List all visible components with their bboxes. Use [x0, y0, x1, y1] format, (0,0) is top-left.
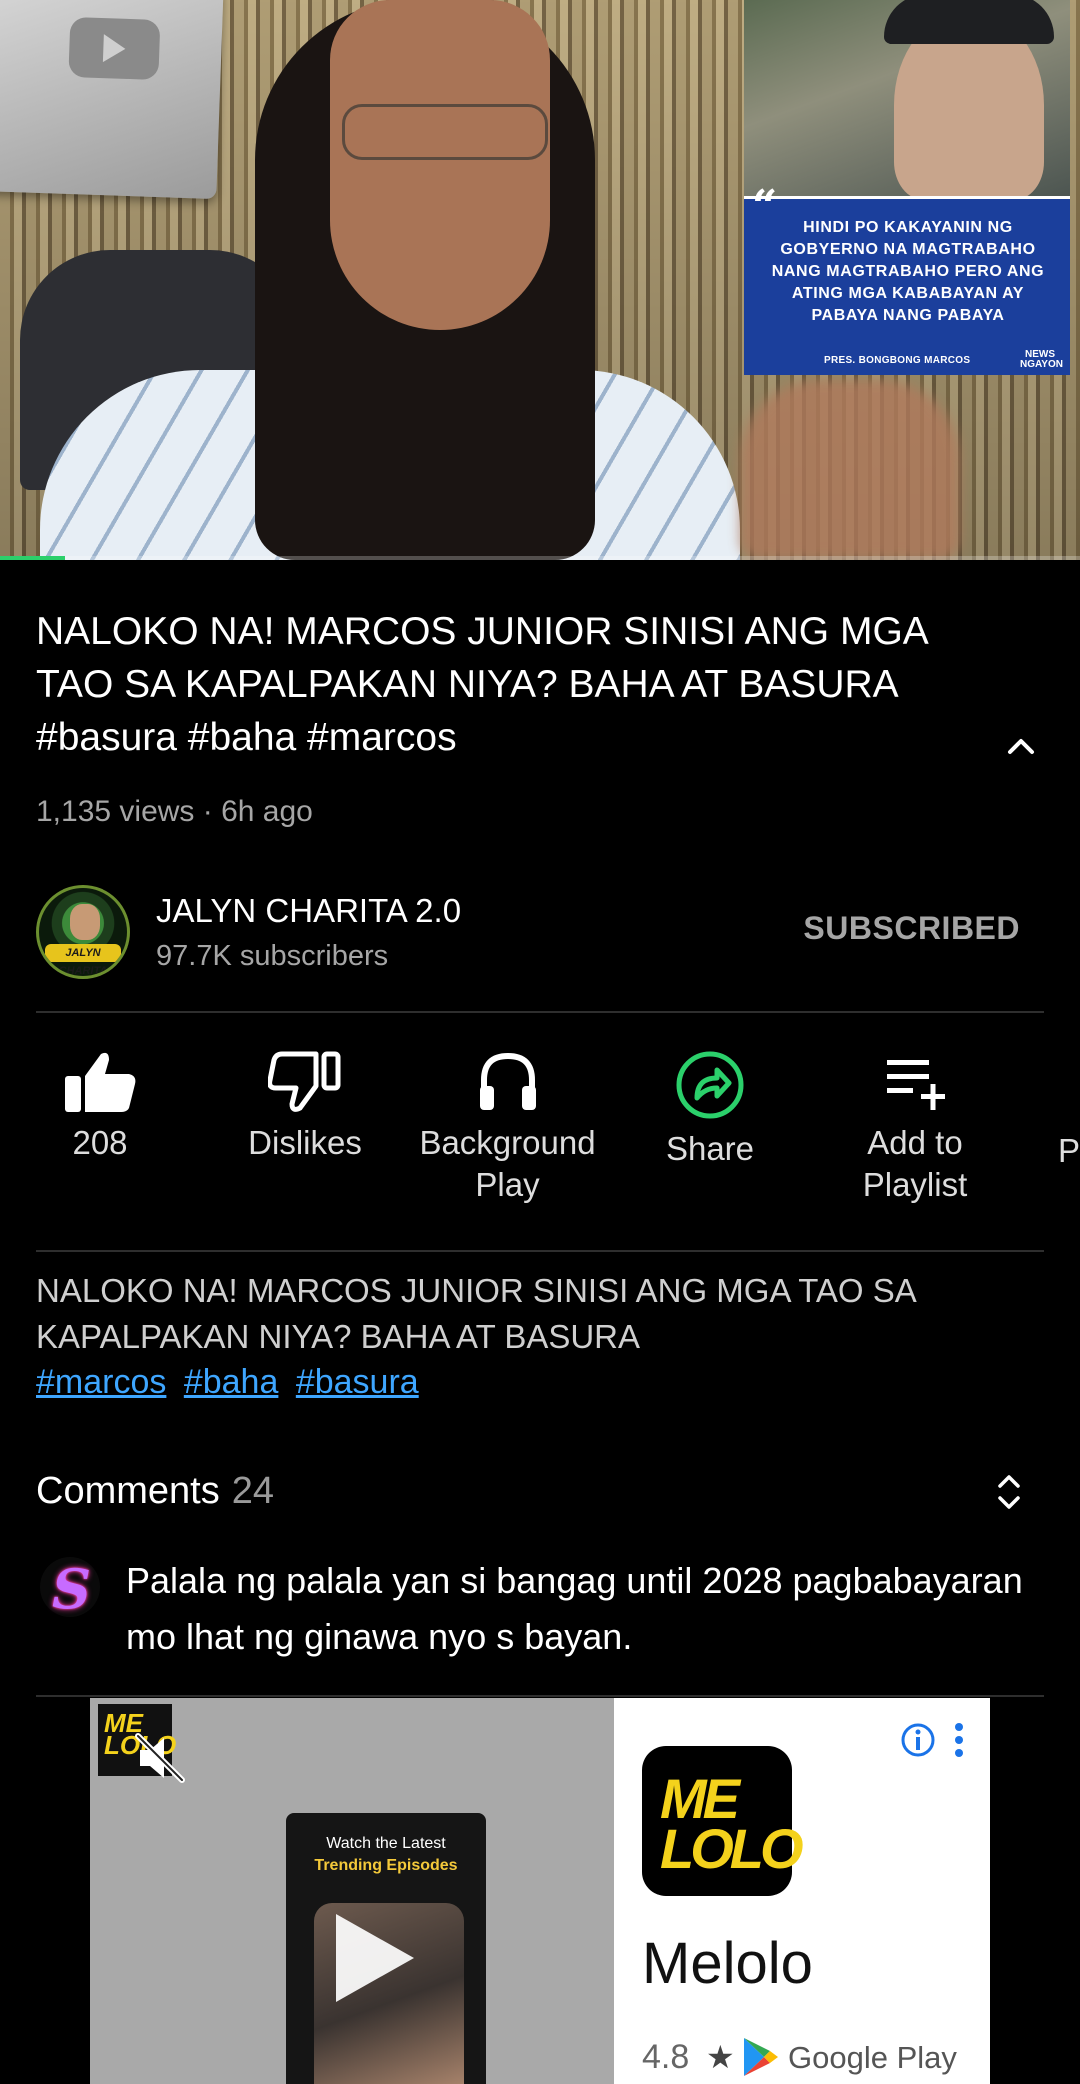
mute-icon[interactable]: [130, 1728, 190, 1788]
add-to-playlist-label: Add to Playlist: [862, 1124, 968, 1203]
ad-info-panel[interactable]: ME LOLO Melolo 4.8 ★ Google Play: [614, 1698, 990, 2084]
ad-app-name[interactable]: Melolo: [642, 1930, 813, 1997]
channel-avatar-text: JALYN CHARITA: [45, 944, 121, 976]
ad-store-name: Google Play: [788, 2040, 957, 2075]
channel-avatar[interactable]: JALYN CHARITA: [36, 885, 130, 979]
play-icon[interactable]: [322, 1908, 422, 2008]
kebab-icon[interactable]: [954, 1722, 964, 1758]
thumbs-up-icon: [65, 1052, 136, 1112]
comments-title: Comments: [36, 1470, 220, 1512]
hand: [740, 380, 960, 560]
video-description: NALOKO NA! MARCOS JUNIOR SINISI ANG MGA …: [36, 1272, 915, 1355]
star-icon: ★: [706, 2039, 735, 2075]
hashtag-link[interactable]: #baha: [184, 1363, 279, 1401]
thumbs-down-icon: [268, 1051, 341, 1112]
news-overlay-card: “ HINDI PO KAKAYANIN NG GOBYERNO NA MAGT…: [744, 0, 1070, 375]
like-button[interactable]: 208: [40, 1050, 160, 1164]
progress-bar[interactable]: [0, 556, 1080, 560]
share-label: Share: [665, 1130, 755, 1167]
channel-name[interactable]: JALYN CHARITA 2.0: [156, 892, 461, 930]
ad-video[interactable]: ME LOLO Watch the Latest Trending Episod…: [90, 1698, 614, 2084]
video-meta: 1,135 views · 6h ago: [36, 795, 313, 828]
background-play-button[interactable]: Background Play: [400, 1050, 615, 1206]
info-icon[interactable]: [900, 1722, 936, 1758]
ad-rating: 4.8: [642, 2038, 690, 2076]
news-caption: PRES. BONGBONG MARCOS: [824, 355, 971, 366]
hashtag-link[interactable]: #marcos: [36, 1363, 166, 1401]
progress-bar-fill: [0, 556, 65, 560]
video-title: NALOKO NA! MARCOS JUNIOR SINISI ANG MGA …: [36, 610, 927, 759]
subscribe-button[interactable]: SUBSCRIBED: [780, 910, 1020, 960]
glasses: [342, 104, 548, 160]
chevron-up-icon[interactable]: [1004, 730, 1038, 764]
play-button-plaque: [0, 0, 224, 200]
ad-app-icon[interactable]: ME LOLO: [642, 1746, 804, 1896]
hashtag-list: #marcos #baha #basura: [36, 1360, 427, 1404]
comment-avatar[interactable]: S: [40, 1557, 100, 1621]
hashtag-link[interactable]: #basura: [296, 1363, 419, 1401]
comment-avatar-letter: S: [52, 1557, 91, 1621]
headphones-icon: [479, 1052, 536, 1110]
share-icon: [676, 1051, 744, 1119]
divider: [36, 1011, 1044, 1013]
comment-text[interactable]: Palala ng palala yan si bangag until 202…: [126, 1553, 1046, 1665]
video-player[interactable]: “ HINDI PO KAKAYANIN NG GOBYERNO NA MAGT…: [0, 0, 1080, 560]
divider: [36, 1250, 1044, 1252]
news-quote-text: HINDI PO KAKAYANIN NG GOBYERNO NA MAGTRA…: [771, 219, 1045, 324]
expand-icon[interactable]: [996, 1472, 1022, 1512]
news-quote-box: “ HINDI PO KAKAYANIN NG GOBYERNO NA MAGT…: [744, 181, 1070, 375]
share-button[interactable]: Share: [640, 1050, 780, 1170]
google-play-icon: [744, 2038, 778, 2076]
more-action-label: P: [1058, 1132, 1080, 1169]
comments-count: 24: [231, 1470, 274, 1512]
ad-phone-line2: Trending Episodes: [314, 1857, 458, 1874]
comments-header[interactable]: Comments 24: [36, 1470, 274, 1513]
more-action-button[interactable]: P: [1058, 1130, 1080, 1172]
divider: [36, 1695, 1044, 1697]
presenter-face: [330, 0, 550, 330]
ad-phone-line1: Watch the Latest: [326, 1835, 446, 1852]
subscriber-count: 97.7K subscribers: [156, 940, 389, 972]
playlist-add-icon: [887, 1060, 945, 1110]
news-logo: NEWS NGAYON: [1020, 349, 1063, 370]
ad-container[interactable]: ME LOLO Watch the Latest Trending Episod…: [90, 1698, 990, 2084]
background-play-label: Background Play: [419, 1124, 596, 1203]
dislike-label: Dislikes: [248, 1124, 362, 1161]
add-to-playlist-button[interactable]: Add to Playlist: [820, 1050, 1010, 1206]
dislike-button[interactable]: Dislikes: [225, 1050, 385, 1164]
like-count: 208: [72, 1124, 128, 1161]
